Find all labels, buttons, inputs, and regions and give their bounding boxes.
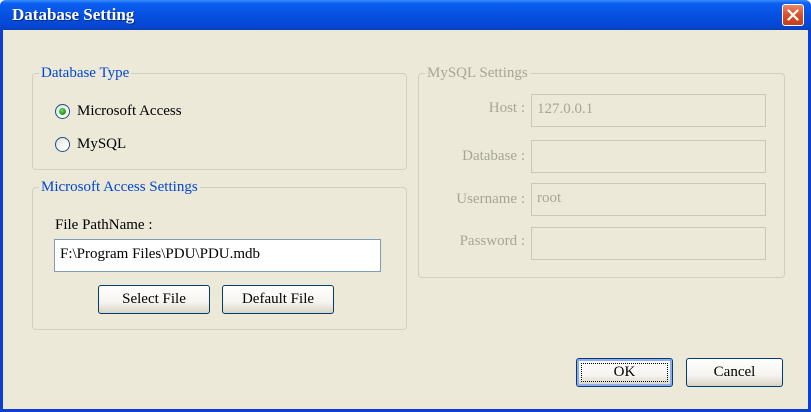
- window-title: Database Setting: [12, 5, 135, 24]
- database-setting-dialog: Database Setting Database Type Microsoft…: [0, 0, 811, 412]
- ok-button[interactable]: OK: [576, 358, 673, 387]
- radio-mysql[interactable]: MySQL: [55, 134, 126, 154]
- database-label: Database :: [462, 148, 525, 164]
- access-settings-legend: Microsoft Access Settings: [39, 178, 200, 196]
- database-type-legend: Database Type: [39, 64, 132, 82]
- radio-button-unselected[interactable]: [55, 136, 70, 152]
- focus-rectangle: [581, 363, 668, 382]
- radio-label-mysql: MySQL: [77, 135, 127, 152]
- username-label: Username :: [456, 191, 525, 207]
- select-file-button[interactable]: Select File: [98, 285, 210, 314]
- cancel-button[interactable]: Cancel: [686, 358, 783, 387]
- access-settings-group: Microsoft Access Settings File PathName …: [32, 178, 407, 330]
- password-label: Password :: [459, 233, 525, 249]
- username-input[interactable]: root: [531, 183, 766, 216]
- close-icon: [787, 9, 799, 21]
- radio-button-selected[interactable]: [55, 103, 70, 119]
- file-pathname-label: File PathName :: [55, 217, 153, 233]
- host-input[interactable]: 127.0.0.1: [531, 94, 766, 127]
- host-label: Host :: [488, 100, 525, 116]
- database-type-group: Database Type Microsoft Access MySQL: [32, 64, 407, 170]
- radio-label-microsoft-access: Microsoft Access: [77, 102, 182, 119]
- mysql-settings-group: MySQL Settings Host : 127.0.0.1 Database…: [418, 64, 785, 278]
- database-input[interactable]: [531, 140, 766, 173]
- mysql-settings-legend: MySQL Settings: [425, 64, 530, 82]
- close-button[interactable]: [782, 4, 804, 26]
- file-pathname-input[interactable]: F:\Program Files\PDU\PDU.mdb: [54, 239, 381, 272]
- password-input[interactable]: [531, 227, 766, 260]
- title-bar[interactable]: Database Setting: [0, 0, 811, 30]
- radio-microsoft-access[interactable]: Microsoft Access: [55, 101, 182, 121]
- default-file-button[interactable]: Default File: [222, 285, 334, 314]
